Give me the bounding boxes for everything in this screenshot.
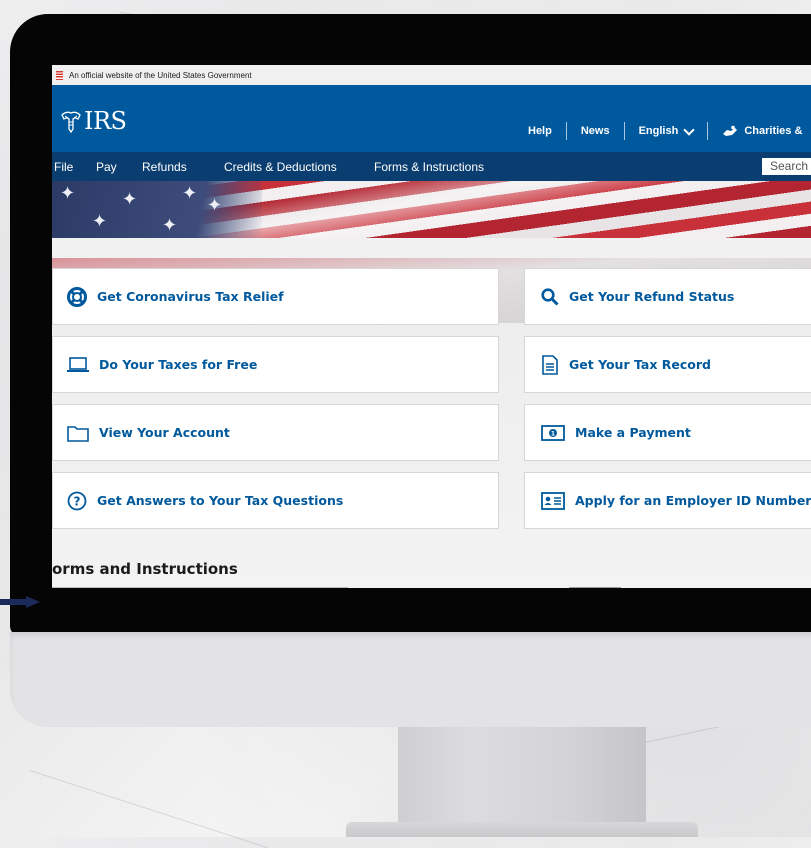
- svg-text:?: ?: [74, 494, 81, 508]
- helping-hand-icon: [723, 125, 738, 136]
- irs-logo[interactable]: IRS: [60, 107, 127, 135]
- tile-label: Get Your Tax Record: [569, 357, 711, 372]
- news-link[interactable]: News: [581, 125, 610, 137]
- tile-label: Get Your Refund Status: [569, 289, 735, 304]
- site-header: IRS Help News English Charities &: [52, 85, 811, 152]
- main-nav: File Pay Refunds Credits & Deductions Fo…: [52, 152, 811, 181]
- us-flag-icon: [56, 70, 63, 80]
- flag-star: ✦: [162, 215, 178, 236]
- main-content: Get Coronavirus Tax Relief Do Your Taxes…: [52, 258, 811, 588]
- help-link[interactable]: Help: [528, 125, 552, 137]
- tile-label: Do Your Taxes for Free: [99, 357, 258, 372]
- charities-label: Charities &: [744, 125, 803, 137]
- flag-star: ✦: [60, 183, 76, 204]
- laptop-icon: [67, 356, 89, 372]
- nav-divider: [565, 122, 567, 140]
- search-icon: [541, 287, 559, 306]
- section-divider: [569, 587, 621, 588]
- nav-pay[interactable]: Pay: [96, 160, 117, 174]
- flag-star: ✦: [92, 211, 108, 232]
- nav-forms-instructions[interactable]: Forms & Instructions: [374, 160, 484, 174]
- nav-divider: [707, 122, 709, 140]
- flag-star: ✦: [207, 195, 223, 216]
- logo-text: IRS: [84, 107, 127, 135]
- eagle-icon: [61, 111, 81, 133]
- tile-label: Make a Payment: [575, 425, 691, 440]
- tile-tax-questions[interactable]: ? Get Answers to Your Tax Questions: [52, 472, 499, 529]
- tile-free-taxes[interactable]: Do Your Taxes for Free: [52, 336, 499, 393]
- nav-refunds[interactable]: Refunds: [142, 160, 187, 174]
- folder-icon: [67, 425, 89, 442]
- monitor-stand-base: [346, 822, 698, 837]
- id-card-icon: [541, 491, 565, 510]
- tile-label: Get Coronavirus Tax Relief: [97, 289, 284, 304]
- flag-star: ✦: [122, 189, 138, 210]
- section-title-forms: orms and Instructions: [52, 560, 238, 578]
- language-label: English: [638, 125, 679, 137]
- tile-coronavirus-relief[interactable]: Get Coronavirus Tax Relief: [52, 268, 499, 325]
- tile-view-account[interactable]: View Your Account: [52, 404, 499, 461]
- tile-refund-status[interactable]: Get Your Refund Status: [524, 268, 811, 325]
- tile-label: View Your Account: [99, 425, 230, 440]
- charities-link[interactable]: Charities &: [722, 125, 802, 137]
- language-dropdown[interactable]: English: [638, 123, 695, 137]
- section-divider: [52, 587, 348, 588]
- monitor-chin: [10, 632, 811, 727]
- tile-label: Apply for an Employer ID Number (: [575, 493, 811, 508]
- search-input[interactable]: Search: [762, 158, 811, 175]
- nav-file[interactable]: File: [54, 160, 73, 174]
- nav-credits-deductions[interactable]: Credits & Deductions: [224, 160, 337, 174]
- tile-employer-id[interactable]: Apply for an Employer ID Number (: [524, 472, 811, 529]
- gov-banner: An official website of the United States…: [52, 65, 811, 85]
- hero-flag-banner: ✦ ✦ ✦ ✦ ✦ ✦: [52, 181, 811, 238]
- svg-text:1: 1: [551, 430, 555, 437]
- chevron-down-icon: [683, 123, 695, 136]
- arrow-pointer-icon: [0, 596, 40, 608]
- tile-tax-record[interactable]: Get Your Tax Record: [524, 336, 811, 393]
- utility-nav: Help News English Charities &: [528, 122, 802, 140]
- browser-screen: An official website of the United States…: [52, 65, 811, 588]
- tile-label: Get Answers to Your Tax Questions: [97, 493, 344, 508]
- nav-divider: [623, 122, 625, 140]
- flag-star: ✦: [182, 183, 198, 204]
- tile-make-payment[interactable]: 1 Make a Payment: [524, 404, 811, 461]
- question-circle-icon: ?: [67, 491, 87, 510]
- marble-vein: [29, 770, 268, 848]
- monitor-stand: [398, 727, 646, 827]
- gov-banner-text: An official website of the United States…: [69, 70, 252, 80]
- money-icon: 1: [541, 424, 565, 441]
- lifebuoy-icon: [67, 286, 87, 307]
- flag-union: [52, 181, 262, 238]
- document-icon: [542, 354, 558, 375]
